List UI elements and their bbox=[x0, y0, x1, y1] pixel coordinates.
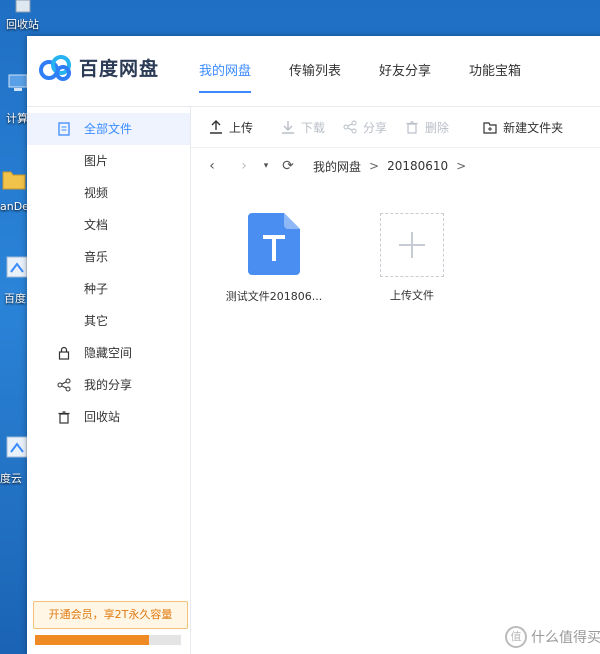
sidebar-item-label: 文档 bbox=[84, 218, 109, 232]
desktop-shortcut2-icon[interactable] bbox=[6, 436, 28, 458]
document-icon bbox=[58, 122, 70, 136]
baidu-netdisk-window: 百度网盘 我的网盘 传输列表 好友分享 功能宝箱 全部文件 图片 视频 文档 音… bbox=[27, 36, 600, 654]
cloud-logo-icon bbox=[39, 54, 73, 81]
sidebar-item-documents[interactable]: 文档 bbox=[27, 209, 190, 241]
sidebar-item-all-files[interactable]: 全部文件 bbox=[27, 113, 190, 145]
app-logo: 百度网盘 bbox=[39, 54, 159, 81]
share-icon bbox=[343, 120, 357, 134]
file-name: 测试文件201806... bbox=[225, 290, 323, 303]
new-folder-button[interactable]: 新建文件夹 bbox=[483, 119, 563, 136]
tab-my-netdisk[interactable]: 我的网盘 bbox=[199, 60, 252, 93]
sidebar-item-label: 隐藏空间 bbox=[84, 346, 133, 360]
desktop-recycle-label: 回收站 bbox=[6, 18, 39, 31]
desktop-folder-label: anDe bbox=[0, 200, 29, 213]
desktop-computer-label: 计算 bbox=[6, 112, 28, 125]
breadcrumb-current[interactable]: 20180610 bbox=[387, 159, 448, 173]
plus-icon bbox=[380, 213, 444, 277]
download-label: 下载 bbox=[301, 120, 326, 135]
desktop-folder-icon[interactable] bbox=[2, 166, 26, 190]
sidebar-item-label: 其它 bbox=[84, 314, 109, 328]
upload-file-tile[interactable]: 上传文件 bbox=[357, 213, 467, 303]
sidebar-item-recycle-bin[interactable]: 回收站 bbox=[27, 401, 190, 433]
history-dropdown-icon[interactable]: ▾ bbox=[255, 161, 277, 171]
download-button[interactable]: 下载 bbox=[281, 119, 325, 136]
new-folder-label: 新建文件夹 bbox=[503, 120, 564, 135]
desktop-shortcut-icon[interactable] bbox=[6, 256, 28, 278]
app-logo-text: 百度网盘 bbox=[79, 58, 160, 80]
watermark: 值 什么值得买 bbox=[505, 626, 600, 648]
watermark-text: 什么值得买 bbox=[531, 630, 600, 646]
lock-icon bbox=[58, 346, 70, 360]
tab-friend-share[interactable]: 好友分享 bbox=[379, 60, 431, 93]
file-item[interactable]: 测试文件201806... bbox=[219, 213, 329, 304]
breadcrumb-root[interactable]: 我的网盘 bbox=[313, 158, 361, 175]
upload-icon bbox=[210, 120, 222, 134]
sidebar-item-label: 我的分享 bbox=[84, 378, 133, 392]
sidebar-item-others[interactable]: 其它 bbox=[27, 305, 190, 337]
share-button[interactable]: 分享 bbox=[343, 119, 387, 136]
storage-progress-bar bbox=[35, 635, 181, 645]
upload-label: 上传 bbox=[229, 120, 254, 135]
upload-file-label: 上传文件 bbox=[390, 289, 434, 302]
desktop-computer-icon[interactable] bbox=[8, 74, 28, 92]
breadcrumb-separator: > bbox=[456, 159, 467, 173]
vip-promo-button[interactable]: 开通会员，享2T永久容量 bbox=[33, 601, 188, 629]
breadcrumb: ‹ › ▾ ⟳ 我的网盘 > 20180610 > bbox=[191, 152, 600, 180]
delete-label: 删除 bbox=[425, 120, 450, 135]
sidebar-item-my-shares[interactable]: 我的分享 bbox=[27, 369, 190, 401]
nav-tabs: 我的网盘 传输列表 好友分享 功能宝箱 bbox=[199, 60, 559, 93]
sidebar-item-images[interactable]: 图片 bbox=[27, 145, 190, 177]
desktop-shortcut-label: 百度 bbox=[4, 292, 26, 305]
share-label: 分享 bbox=[363, 120, 388, 135]
sidebar-item-torrents[interactable]: 种子 bbox=[27, 273, 190, 305]
back-icon[interactable]: ‹ bbox=[201, 158, 223, 174]
top-navigation-bar: 百度网盘 我的网盘 传输列表 好友分享 功能宝箱 bbox=[27, 36, 600, 107]
forward-icon[interactable]: › bbox=[233, 158, 255, 174]
desktop-shortcut2-label: 度云 bbox=[0, 472, 22, 485]
delete-button[interactable]: 删除 bbox=[405, 119, 449, 136]
sidebar-item-label: 全部文件 bbox=[84, 122, 133, 136]
storage-progress-fill bbox=[35, 635, 149, 645]
trash-icon bbox=[58, 411, 70, 424]
new-folder-icon bbox=[483, 122, 497, 134]
watermark-logo-icon: 值 bbox=[505, 626, 527, 648]
refresh-icon[interactable]: ⟳ bbox=[277, 158, 299, 174]
tab-toolbox[interactable]: 功能宝箱 bbox=[469, 60, 521, 93]
sidebar-item-videos[interactable]: 视频 bbox=[27, 177, 190, 209]
desktop-recycle-icon[interactable] bbox=[12, 0, 34, 14]
upload-button[interactable]: 上传 bbox=[209, 119, 253, 136]
sidebar: 全部文件 图片 视频 文档 音乐 种子 其它 隐藏空间 我的分享 回收站 开通会… bbox=[27, 107, 191, 654]
tab-transfer-list[interactable]: 传输列表 bbox=[289, 60, 341, 93]
sidebar-item-label: 回收站 bbox=[84, 410, 121, 424]
sidebar-item-hidden-space[interactable]: 隐藏空间 bbox=[27, 337, 190, 369]
file-toolbar: 上传 下载 分享 删除 新建文件夹 bbox=[191, 107, 600, 148]
text-file-icon bbox=[248, 213, 300, 275]
sidebar-item-label: 图片 bbox=[84, 154, 109, 168]
download-icon bbox=[282, 121, 295, 134]
sidebar-item-music[interactable]: 音乐 bbox=[27, 241, 190, 273]
sidebar-item-label: 视频 bbox=[84, 186, 109, 200]
file-grid: 测试文件201806... 上传文件 bbox=[191, 201, 600, 654]
breadcrumb-separator: > bbox=[369, 159, 380, 173]
sidebar-item-label: 音乐 bbox=[84, 250, 109, 264]
trash-icon bbox=[406, 121, 418, 134]
share-icon bbox=[57, 378, 71, 392]
sidebar-item-label: 种子 bbox=[84, 282, 109, 296]
